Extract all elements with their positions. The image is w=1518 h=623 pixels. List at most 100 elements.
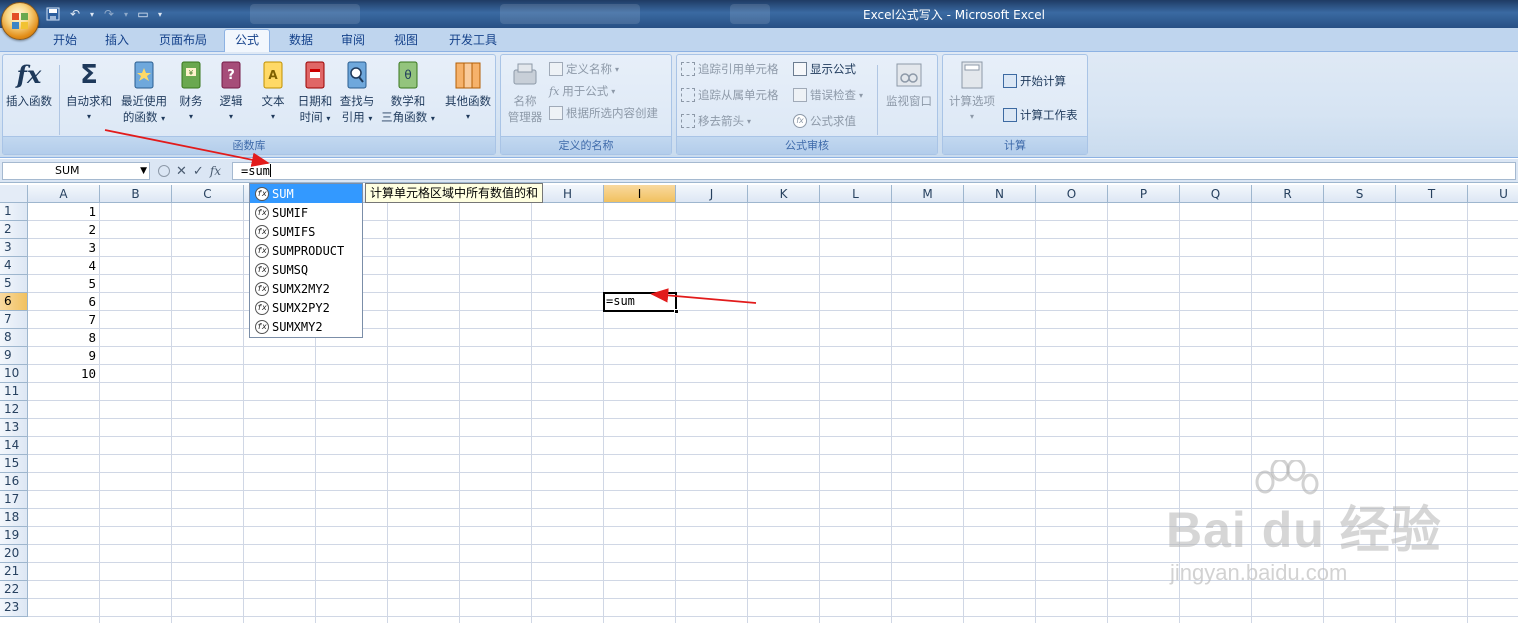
row-header-15[interactable]: 15 [0, 455, 28, 473]
row-header-7[interactable]: 7 [0, 311, 28, 329]
cell-a5[interactable]: 5 [28, 275, 96, 293]
row-header-21[interactable]: 21 [0, 563, 28, 581]
autocomplete-item[interactable]: fx SUMIFS [250, 222, 362, 241]
undo-icon[interactable]: ↶ [66, 5, 84, 23]
show-formulas-button[interactable]: 显示公式 [793, 59, 856, 79]
calculate-now-button[interactable]: 开始计算 [1003, 71, 1066, 91]
row-header-8[interactable]: 8 [0, 329, 28, 347]
define-name-button[interactable]: 定义名称 ▾ [549, 59, 619, 79]
create-from-selection-button[interactable]: 根据所选内容创建 [549, 103, 658, 123]
column-header-o[interactable]: O [1036, 185, 1108, 203]
financial-button[interactable]: ¥ 财务 ▾ [173, 59, 209, 125]
recently-used-button[interactable]: 最近使用 的函数 ▾ [117, 59, 171, 127]
tab-developer[interactable]: 开发工具 [440, 30, 506, 52]
row-header-5[interactable]: 5 [0, 275, 28, 293]
tab-page-layout[interactable]: 页面布局 [150, 30, 216, 52]
cell-a4[interactable]: 4 [28, 257, 96, 275]
column-header-a[interactable]: A [28, 185, 100, 203]
column-header-j[interactable]: J [676, 185, 748, 203]
date-time-button[interactable]: 日期和 时间 ▾ [295, 59, 335, 127]
redo-icon[interactable]: ↷ [100, 5, 118, 23]
cell-a9[interactable]: 9 [28, 347, 96, 365]
fill-handle[interactable] [674, 309, 679, 314]
cancel-icon[interactable]: ✕ [176, 164, 187, 179]
cell-a6[interactable]: 6 [28, 293, 96, 311]
row-header-6[interactable]: 6 [0, 293, 28, 311]
autocomplete-item[interactable]: fx SUMXMY2 [250, 317, 362, 336]
column-header-c[interactable]: C [172, 185, 244, 203]
row-header-12[interactable]: 12 [0, 401, 28, 419]
row-header-9[interactable]: 9 [0, 347, 28, 365]
enter-check-icon[interactable]: ✓ [193, 164, 204, 179]
autocomplete-item[interactable]: fx SUMIF [250, 203, 362, 222]
autocomplete-item[interactable]: fx SUMSQ [250, 260, 362, 279]
office-button[interactable] [1, 2, 39, 40]
column-header-i[interactable]: I [604, 185, 676, 203]
formula-input[interactable]: =sum [232, 162, 1516, 180]
tab-insert[interactable]: 插入 [96, 30, 138, 52]
column-header-q[interactable]: Q [1180, 185, 1252, 203]
tab-data[interactable]: 数据 [280, 30, 322, 52]
row-header-17[interactable]: 17 [0, 491, 28, 509]
column-header-k[interactable]: K [748, 185, 820, 203]
trace-precedents-button[interactable]: 追踪引用单元格 [681, 59, 779, 79]
calculation-options-button[interactable]: 计算选项 ▾ [945, 59, 999, 125]
text-button[interactable]: A 文本 ▾ [255, 59, 291, 125]
row-header-13[interactable]: 13 [0, 419, 28, 437]
worksheet-grid[interactable]: ABCDEFGHIJKLMNOPQRSTU 123456789101112131… [0, 185, 1518, 623]
cell-a8[interactable]: 8 [28, 329, 96, 347]
row-header-11[interactable]: 11 [0, 383, 28, 401]
column-header-t[interactable]: T [1396, 185, 1468, 203]
trace-dependents-button[interactable]: 追踪从属单元格 [681, 85, 779, 105]
name-manager-button[interactable]: 名称 管理器 [503, 59, 547, 125]
cell-a3[interactable]: 3 [28, 239, 96, 257]
row-header-14[interactable]: 14 [0, 437, 28, 455]
row-header-4[interactable]: 4 [0, 257, 28, 275]
row-header-18[interactable]: 18 [0, 509, 28, 527]
cell-a7[interactable]: 7 [28, 311, 96, 329]
tab-review[interactable]: 审阅 [332, 30, 374, 52]
row-header-22[interactable]: 22 [0, 581, 28, 599]
row-header-3[interactable]: 3 [0, 239, 28, 257]
row-header-10[interactable]: 10 [0, 365, 28, 383]
autocomplete-item[interactable]: fx SUMX2MY2 [250, 279, 362, 298]
insert-function-button[interactable]: fx 插入函数 [3, 59, 55, 109]
cell-a2[interactable]: 2 [28, 221, 96, 239]
tab-home[interactable]: 开始 [44, 30, 86, 52]
row-header-20[interactable]: 20 [0, 545, 28, 563]
active-cell-i6[interactable]: =sum [603, 292, 679, 314]
evaluate-formula-button[interactable]: fx 公式求值 [793, 111, 856, 131]
cell-a10[interactable]: 10 [28, 365, 96, 383]
redo-dropdown-icon[interactable]: ▾ [122, 5, 130, 23]
column-header-m[interactable]: M [892, 185, 964, 203]
lookup-reference-button[interactable]: 查找与 引用 ▾ [337, 59, 377, 127]
column-header-s[interactable]: S [1324, 185, 1396, 203]
cell-a1[interactable]: 1 [28, 203, 96, 221]
watch-window-button[interactable]: 监视窗口 [881, 59, 937, 109]
save-icon[interactable] [44, 5, 62, 23]
row-header-23[interactable]: 23 [0, 599, 28, 617]
column-header-p[interactable]: P [1108, 185, 1180, 203]
use-in-formula-button[interactable]: fx 用于公式 ▾ [549, 81, 615, 101]
column-header-n[interactable]: N [964, 185, 1036, 203]
tab-view[interactable]: 视图 [385, 30, 427, 52]
chevron-down-icon[interactable]: ▼ [140, 163, 147, 179]
customize-qat-icon[interactable]: ▾ [156, 5, 164, 23]
column-header-l[interactable]: L [820, 185, 892, 203]
autosum-button[interactable]: Σ 自动求和 ▾ [63, 59, 115, 125]
calculate-sheet-button[interactable]: 计算工作表 [1003, 105, 1078, 125]
more-functions-button[interactable]: 其他函数 ▾ [441, 59, 495, 125]
insert-function-fx-icon[interactable]: fx [210, 164, 221, 178]
column-header-b[interactable]: B [100, 185, 172, 203]
print-preview-icon[interactable]: ▭ [134, 5, 152, 23]
math-trig-button[interactable]: θ 数学和 三角函数 ▾ [379, 59, 437, 127]
remove-arrows-button[interactable]: 移去箭头 ▾ [681, 111, 751, 131]
logical-button[interactable]: ? 逻辑 ▾ [213, 59, 249, 125]
row-header-2[interactable]: 2 [0, 221, 28, 239]
row-header-1[interactable]: 1 [0, 203, 28, 221]
autocomplete-item[interactable]: fx SUMPRODUCT [250, 241, 362, 260]
autocomplete-item[interactable]: fx SUMX2PY2 [250, 298, 362, 317]
undo-dropdown-icon[interactable]: ▾ [88, 5, 96, 23]
autocomplete-item[interactable]: fx SUM [250, 184, 362, 203]
name-box[interactable]: SUM ▼ [2, 162, 150, 180]
